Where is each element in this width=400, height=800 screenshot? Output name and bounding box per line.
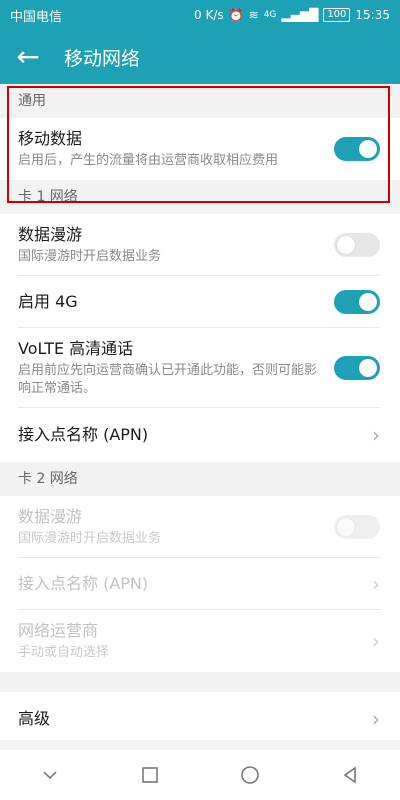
sim1-apn-row[interactable]: 接入点名称 (APN) › (0, 408, 400, 462)
clock: 15:35 (355, 8, 390, 22)
sim2-operator-title: 网络运营商 (18, 620, 99, 640)
mobile-data-text: 移动数据 启用后，产生的流量将由运营商收取相应费用 (18, 129, 278, 170)
section-header-general: 通用 (0, 84, 400, 118)
back-button[interactable]: ← (0, 30, 56, 84)
advanced-text: 高级 (18, 709, 50, 729)
square-recent-icon (142, 767, 158, 783)
toggle-knob (359, 293, 377, 311)
signal-type: 4G (263, 10, 277, 20)
sim2-apn-row: 接入点名称 (APN) › (0, 558, 400, 610)
nav-recent-button[interactable] (120, 750, 180, 800)
settings-list: 通用 移动数据 启用后，产生的流量将由运营商收取相应费用 卡 1 网络 数据漫游… (0, 84, 400, 740)
section-header-sim1: 卡 1 网络 (0, 180, 400, 214)
nav-collapse-button[interactable] (20, 750, 80, 800)
chevron-right-icon: › (372, 707, 380, 731)
sim2-roaming-text: 数据漫游 国际漫游时开启数据业务 (18, 507, 161, 548)
mobile-data-toggle[interactable] (334, 137, 380, 161)
sim2-operator-subtitle: 手动或自动选择 (18, 644, 110, 660)
sim2-operator-row: 网络运营商 手动或自动选择 › (0, 610, 400, 672)
sim1-4g-title: 启用 4G (18, 292, 78, 311)
sim1-4g-row[interactable]: 启用 4G (0, 276, 400, 328)
mobile-data-row[interactable]: 移动数据 启用后，产生的流量将由运营商收取相应费用 (0, 118, 400, 180)
sim1-4g-toggle[interactable] (334, 290, 380, 314)
sim1-roaming-title: 数据漫游 (18, 224, 83, 244)
sim1-4g-text: 启用 4G (18, 292, 78, 312)
sim2-roaming-row: 数据漫游 国际漫游时开启数据业务 (0, 496, 400, 558)
section-header-sim2: 卡 2 网络 (0, 462, 400, 496)
toggle-knob (337, 518, 355, 536)
chevron-down-icon (43, 771, 57, 780)
battery-icon: 100 (323, 8, 351, 22)
sim2-roaming-title: 数据漫游 (18, 506, 83, 526)
toggle-knob (359, 140, 377, 158)
chevron-right-icon: › (372, 572, 380, 596)
advanced-row[interactable]: 高级 › (0, 692, 400, 740)
sim1-volte-toggle[interactable] (334, 356, 380, 380)
sim2-roaming-toggle (334, 515, 380, 539)
sim2-apn-title: 接入点名称 (APN) (18, 574, 149, 593)
wifi-icon: ≋ (248, 8, 259, 22)
sim2-operator-text: 网络运营商 手动或自动选择 (18, 621, 109, 662)
system-nav-bar (0, 750, 400, 800)
circle-home-icon (241, 766, 259, 784)
sim1-volte-title: VoLTE 高清通话 (18, 338, 134, 358)
sim1-roaming-subtitle: 国际漫游时开启数据业务 (18, 248, 162, 264)
sim1-apn-text: 接入点名称 (APN) (18, 425, 148, 445)
alarm-icon: ⏰ (228, 8, 244, 22)
sim1-roaming-text: 数据漫游 国际漫游时开启数据业务 (18, 225, 161, 266)
sim1-volte-subtitle: 启用前应先向运营商确认已开通此功能，否则可能影响正常通话。 (18, 362, 318, 396)
mobile-data-subtitle: 启用后，产生的流量将由运营商收取相应费用 (18, 152, 279, 168)
chevron-right-icon: › (372, 423, 380, 447)
advanced-title: 高级 (18, 709, 51, 728)
toggle-knob (359, 359, 377, 377)
sim1-volte-text: VoLTE 高清通话 启用前应先向运营商确认已开通此功能，否则可能影响正常通话。 (18, 339, 318, 398)
carrier-name: 中国电信 (10, 9, 63, 25)
page-title: 移动网络 (64, 47, 141, 70)
chevron-right-icon: › (372, 629, 380, 653)
sim2-apn-text: 接入点名称 (APN) (18, 574, 148, 594)
triangle-back-icon (343, 766, 356, 784)
signal-icon: ▂▄▆█ (281, 8, 319, 22)
sim2-roaming-subtitle: 国际漫游时开启数据业务 (18, 530, 162, 546)
nav-back-button[interactable] (320, 750, 380, 800)
status-bar: 中国电信 0 K/s ⏰ ≋ 4G ▂▄▆█ 100 15:35 (0, 0, 400, 30)
sim1-roaming-toggle[interactable] (334, 233, 380, 257)
mobile-data-title: 移动数据 (18, 128, 83, 148)
nav-home-button[interactable] (220, 750, 280, 800)
sim1-roaming-row[interactable]: 数据漫游 国际漫游时开启数据业务 (0, 214, 400, 276)
network-speed: 0 K/s (194, 8, 224, 22)
status-indicators: 0 K/s ⏰ ≋ 4G ▂▄▆█ 100 15:35 (194, 8, 390, 22)
app-bar: ← 移动网络 (0, 30, 400, 84)
toggle-knob (337, 236, 355, 254)
sim1-volte-row[interactable]: VoLTE 高清通话 启用前应先向运营商确认已开通此功能，否则可能影响正常通话。 (0, 328, 400, 408)
arrow-left-icon: ← (16, 40, 40, 73)
sim1-apn-title: 接入点名称 (APN) (18, 425, 149, 444)
